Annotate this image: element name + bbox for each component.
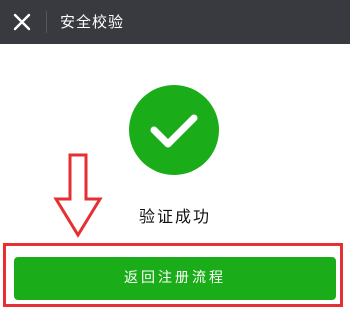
header-divider	[46, 11, 47, 33]
return-to-registration-button[interactable]: 返回注册流程	[14, 257, 336, 300]
top-bar: 安全校验	[0, 0, 350, 44]
checkmark-circle-icon	[129, 85, 219, 175]
page-title: 安全校验	[60, 13, 125, 31]
verification-page: 安全校验 验证成功 返回注册流程	[0, 0, 350, 316]
close-icon[interactable]	[8, 8, 36, 36]
verification-status-text: 验证成功	[138, 207, 211, 226]
